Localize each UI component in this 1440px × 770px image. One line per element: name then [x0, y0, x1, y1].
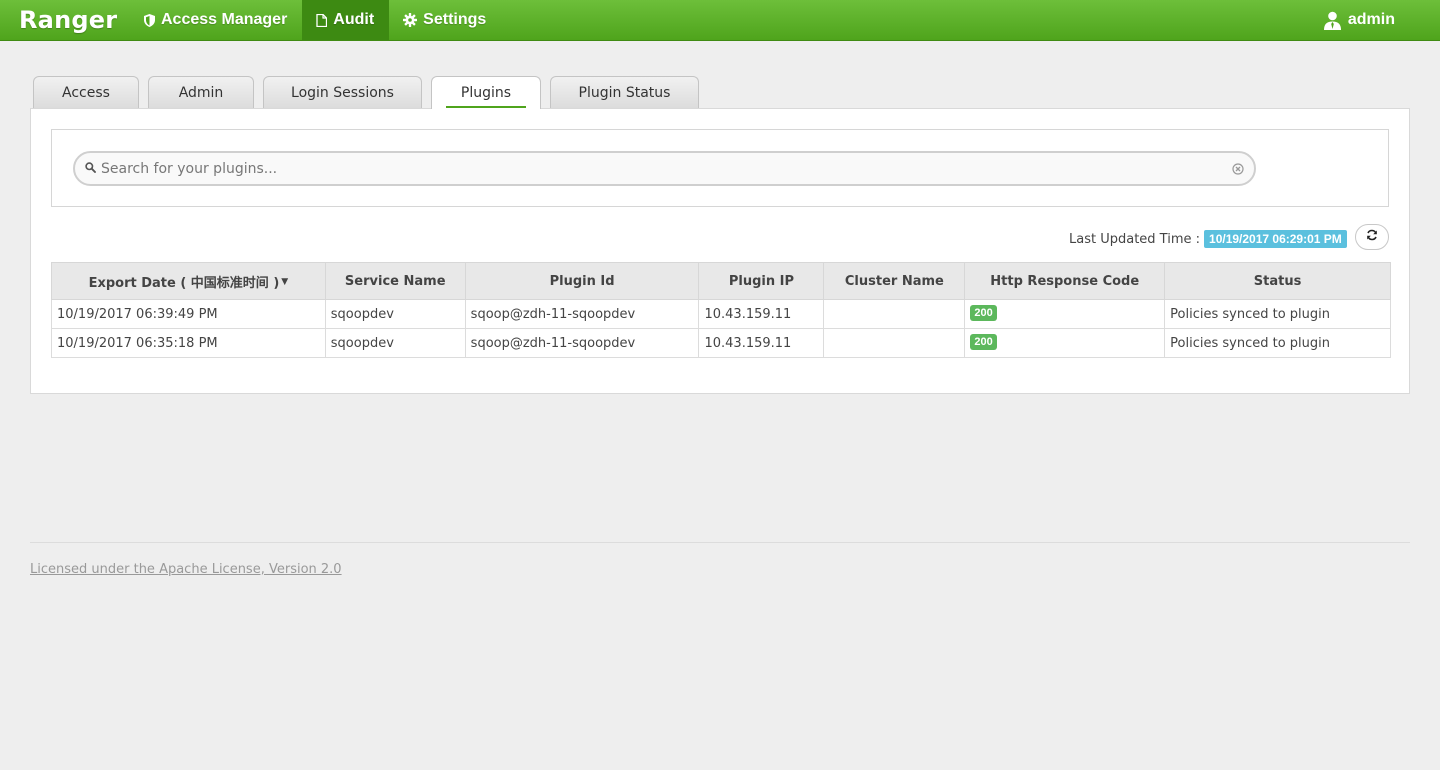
nav-access-manager[interactable]: Access Manager	[130, 0, 302, 40]
clear-search-icon[interactable]	[1232, 162, 1244, 180]
user-name: admin	[1347, 11, 1395, 28]
search-input[interactable]: Search for your plugins...	[73, 151, 1256, 186]
col-http-response-code-label: Http Response Code	[990, 273, 1140, 289]
tab-plugins[interactable]: Plugins	[431, 76, 541, 109]
cell-service-name: sqoopdev	[324, 328, 466, 358]
cell-plugin-id: sqoop@zdh-11-sqoopdev	[464, 328, 700, 358]
col-status-label: Status	[1253, 273, 1302, 289]
plugins-table: Export Date ( 中国标准时间 ) ▼ Service Name Plu…	[51, 262, 1391, 358]
col-cluster-name: Cluster Name	[823, 262, 966, 300]
col-export-date[interactable]: Export Date ( 中国标准时间 ) ▼	[51, 262, 326, 300]
search-container: Search for your plugins...	[51, 129, 1389, 207]
col-http-response-code: Http Response Code	[964, 262, 1166, 300]
tab-access[interactable]: Access	[33, 76, 139, 108]
col-cluster-name-label: Cluster Name	[844, 273, 944, 289]
cell-status: Policies synced to plugin	[1164, 328, 1391, 358]
table-header-row: Export Date ( 中国标准时间 ) ▼ Service Name Plu…	[51, 262, 1391, 300]
cell-status: Policies synced to plugin	[1164, 299, 1391, 329]
brand-logo[interactable]: Ranger	[0, 0, 130, 40]
nav-settings-label: Settings	[423, 11, 487, 28]
cell-export-date: 10/19/2017 06:39:49 PM	[51, 299, 326, 329]
cell-cluster-name	[823, 328, 966, 358]
plugins-panel: Search for your plugins... Last Updated …	[30, 108, 1410, 394]
user-menu[interactable]: admin	[1323, 0, 1440, 40]
tab-admin-label: Admin	[178, 84, 224, 101]
tab-plugin-status-label: Plugin Status	[578, 84, 671, 101]
search-placeholder: Search for your plugins...	[101, 160, 278, 177]
col-service-name-label: Service Name	[344, 273, 446, 289]
http-code-badge: 200	[970, 334, 997, 350]
http-code-badge: 200	[970, 305, 997, 321]
tab-access-label: Access	[62, 84, 110, 101]
cell-http-code: 200	[964, 328, 1166, 358]
nav-audit-label: Audit	[333, 11, 375, 28]
col-export-date-label: Export Date ( 中国标准时间 )	[88, 275, 280, 291]
license-link[interactable]: Licensed under the Apache License, Versi…	[30, 562, 342, 577]
last-updated: Last Updated Time : 10/19/2017 06:29:01 …	[1069, 230, 1347, 248]
nav-audit[interactable]: Audit	[302, 0, 390, 40]
search-icon	[85, 160, 96, 178]
cell-cluster-name	[823, 299, 966, 329]
cell-plugin-ip: 10.43.159.11	[698, 328, 825, 358]
tab-login-sessions[interactable]: Login Sessions	[263, 76, 422, 108]
col-plugin-ip-label: Plugin IP	[728, 273, 795, 289]
col-service-name: Service Name	[324, 262, 466, 300]
tab-admin[interactable]: Admin	[148, 76, 254, 108]
col-plugin-ip: Plugin IP	[698, 262, 825, 300]
cell-service-name: sqoopdev	[324, 299, 466, 329]
cell-plugin-ip: 10.43.159.11	[698, 299, 825, 329]
shield-icon	[144, 13, 155, 27]
cell-export-date: 10/19/2017 06:35:18 PM	[51, 328, 326, 358]
refresh-icon	[1366, 228, 1378, 246]
sort-desc-icon: ▼	[281, 276, 289, 287]
last-updated-label: Last Updated Time :	[1069, 231, 1201, 247]
audit-tabs: Access Admin Login Sessions Plugins Plug…	[33, 76, 708, 109]
col-status: Status	[1164, 262, 1391, 300]
gear-icon	[403, 13, 418, 27]
col-plugin-id: Plugin Id	[464, 262, 700, 300]
nav-access-manager-label: Access Manager	[161, 11, 288, 28]
table-row: 10/19/2017 06:39:49 PM sqoopdev sqoop@zd…	[51, 299, 1391, 329]
table-row: 10/19/2017 06:35:18 PM sqoopdev sqoop@zd…	[51, 328, 1391, 358]
refresh-button[interactable]	[1355, 224, 1389, 250]
tab-login-sessions-label: Login Sessions	[291, 84, 394, 101]
col-plugin-id-label: Plugin Id	[549, 273, 615, 289]
file-icon	[316, 13, 328, 27]
nav-settings[interactable]: Settings	[389, 0, 501, 40]
tab-plugin-status[interactable]: Plugin Status	[550, 76, 699, 108]
footer-divider	[30, 542, 1410, 543]
cell-plugin-id: sqoop@zdh-11-sqoopdev	[464, 299, 700, 329]
cell-http-code: 200	[964, 299, 1166, 329]
last-updated-time-badge: 10/19/2017 06:29:01 PM	[1204, 230, 1347, 248]
top-navbar: Ranger Access Manager Audit Settings adm…	[0, 0, 1440, 41]
user-icon	[1323, 11, 1341, 30]
tab-plugins-label: Plugins	[445, 85, 527, 108]
